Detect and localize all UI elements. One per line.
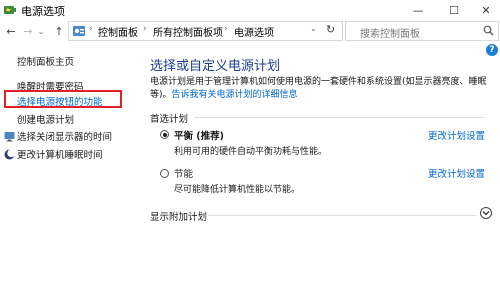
refresh-icon[interactable]: ↻ bbox=[326, 23, 335, 36]
change-plan-settings-link-power-saver[interactable]: 更改计划设置 bbox=[428, 166, 485, 180]
sidebar-item-display-off-time[interactable]: 选择关闭显示器的时间 bbox=[4, 129, 112, 143]
minimize-button[interactable]: — bbox=[404, 0, 432, 20]
window-title: 电源选项 bbox=[21, 5, 65, 18]
learn-more-link[interactable]: 告诉我有关电源计划的详细信息 bbox=[172, 90, 298, 100]
sidebar-item-control-panel-home[interactable]: 控制面板主页 bbox=[17, 54, 74, 68]
breadcrumb-power-options[interactable]: 电源选项 bbox=[234, 24, 274, 39]
page-description: 电源计划是用于管理计算机如何使用电源的一套硬件和系统设置(如显示器亮度、睡眠等)… bbox=[150, 76, 498, 102]
plan-desc-power-saver: 尽可能降低计算机性能以节能。 bbox=[174, 185, 301, 195]
address-bar[interactable]: › 控制面板 › 所有控制面板项 › 电源选项 ⌄ ↻ bbox=[68, 21, 343, 41]
breadcrumb-separator: › bbox=[89, 24, 93, 34]
chevron-down-glyph bbox=[482, 211, 490, 216]
page-title: 选择或自定义电源计划 bbox=[150, 59, 281, 74]
navigation-bar: ← → ⌄ ↑ › 控制面板 › 所有控制面板项 › 电源选项 ⌄ ↻ 搜索控制… bbox=[0, 20, 500, 42]
display-icon bbox=[4, 131, 15, 141]
breadcrumb-separator[interactable]: › bbox=[143, 24, 147, 34]
close-button[interactable]: ✕ bbox=[472, 0, 500, 20]
forward-button[interactable]: → bbox=[21, 22, 35, 40]
sidebar-item-create-plan[interactable]: 创建电源计划 bbox=[17, 112, 74, 126]
back-button[interactable]: ← bbox=[4, 22, 18, 40]
plan-radio-power-saver[interactable] bbox=[160, 169, 169, 178]
power-options-icon bbox=[4, 6, 16, 14]
control-panel-icon bbox=[73, 26, 85, 36]
left-navigation-pane: 控制面板主页 唤醒时需要密码 选择电源按钮的功能 创建电源计划 选择关闭显示器的… bbox=[0, 42, 138, 291]
search-placeholder: 搜索控制面板 bbox=[360, 29, 420, 40]
section-title-preferred-plans: 首选计划 bbox=[150, 114, 189, 125]
maximize-button[interactable]: ☐ bbox=[440, 0, 468, 20]
show-additional-plans-label[interactable]: 显示附加计划 bbox=[150, 209, 207, 223]
sidebar-item-power-button-function[interactable]: 选择电源按钮的功能 bbox=[17, 94, 103, 108]
address-dropdown-icon[interactable]: ⌄ bbox=[310, 24, 317, 33]
section-divider bbox=[194, 117, 484, 118]
moon-icon bbox=[4, 148, 15, 159]
up-button[interactable]: ↑ bbox=[52, 22, 66, 40]
search-icon[interactable] bbox=[483, 25, 494, 36]
breadcrumb-control-panel[interactable]: 控制面板 bbox=[98, 24, 138, 39]
breadcrumb-separator[interactable]: › bbox=[224, 24, 228, 34]
help-icon[interactable]: ? bbox=[486, 44, 498, 56]
recent-locations-dropdown[interactable]: ⌄ bbox=[36, 22, 46, 40]
title-bar: 电源选项 — ☐ ✕ bbox=[0, 0, 500, 20]
breadcrumb-all-items[interactable]: 所有控制面板项 bbox=[153, 24, 223, 39]
plan-desc-balanced: 利用可用的硬件自动平衡功耗与性能。 bbox=[174, 147, 328, 157]
change-plan-settings-link-balanced[interactable]: 更改计划设置 bbox=[428, 128, 485, 142]
sidebar-item-sleep-time[interactable]: 更改计算机睡眠时间 bbox=[4, 147, 103, 161]
sidebar-item-label: 更改计算机睡眠时间 bbox=[17, 150, 103, 161]
expander-divider bbox=[208, 215, 476, 216]
chevron-down-icon[interactable] bbox=[480, 207, 492, 219]
plan-name-power-saver[interactable]: 节能 bbox=[174, 166, 193, 180]
plan-radio-balanced[interactable] bbox=[160, 130, 169, 139]
plan-name-balanced[interactable]: 平衡 (推荐) bbox=[174, 128, 224, 142]
search-input[interactable]: 搜索控制面板 bbox=[345, 21, 499, 41]
sidebar-item-label: 选择关闭显示器的时间 bbox=[17, 132, 113, 143]
